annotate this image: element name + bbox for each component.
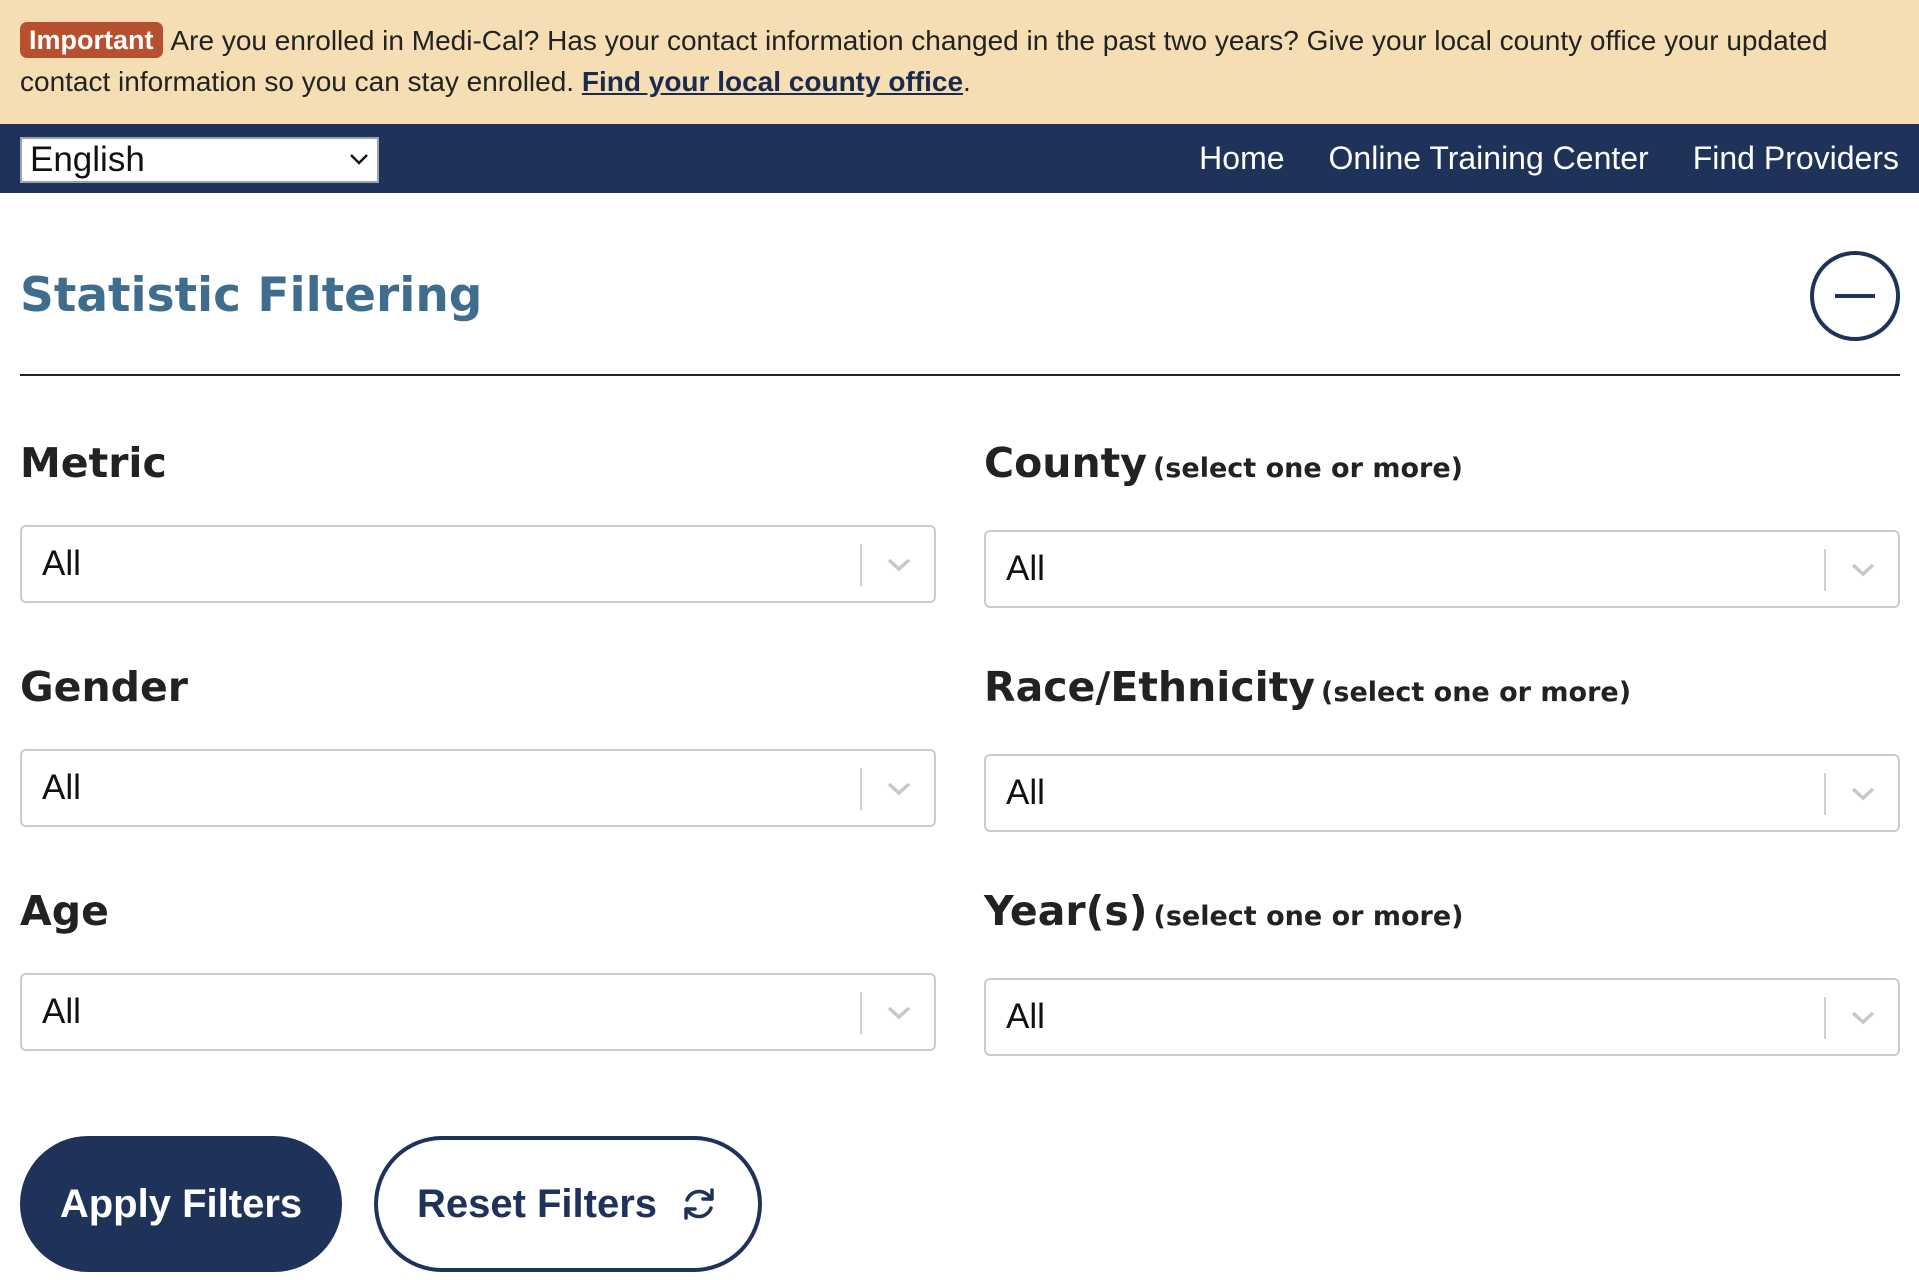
apply-filters-button[interactable]: Apply Filters: [20, 1136, 342, 1272]
alert-trailing: .: [963, 66, 971, 97]
race-ethnicity-select[interactable]: All: [984, 754, 1900, 832]
language-value: English: [30, 140, 145, 179]
top-nav: English Home Online Training Center Find…: [0, 124, 1919, 193]
filter-group-county: County (select one or more) All: [984, 437, 1900, 608]
select-separator: [860, 544, 862, 586]
chevron-down-icon: [1851, 787, 1875, 801]
section-divider: [20, 374, 1900, 376]
years-value: All: [1006, 997, 1045, 1036]
filter-group-race-ethnicity: Race/Ethnicity (select one or more) All: [984, 661, 1900, 832]
reset-filters-label: Reset Filters: [416, 1181, 658, 1226]
nav-link-find-providers[interactable]: Find Providers: [1693, 124, 1899, 193]
select-separator: [860, 992, 862, 1034]
chevron-down-icon: [887, 558, 911, 572]
filter-group-metric: Metric All: [20, 437, 936, 608]
years-select[interactable]: All: [984, 978, 1900, 1056]
reset-filters-button[interactable]: Reset Filters: [374, 1136, 762, 1272]
nav-link-online-training-center[interactable]: Online Training Center: [1329, 124, 1649, 193]
county-value: All: [1006, 549, 1045, 588]
important-badge: Important: [20, 22, 163, 58]
age-select[interactable]: All: [20, 973, 936, 1051]
select-separator: [860, 768, 862, 810]
minus-circle-icon: [1835, 294, 1875, 298]
nav-link-home[interactable]: Home: [1199, 124, 1284, 193]
filter-label-county: County (select one or more): [984, 439, 1463, 487]
metric-value: All: [42, 544, 81, 583]
select-separator: [1824, 549, 1826, 591]
language-select[interactable]: English: [20, 137, 379, 183]
find-county-office-link[interactable]: Find your local county office: [582, 66, 963, 97]
chevron-down-icon: [1851, 563, 1875, 577]
filter-label-race-ethnicity: Race/Ethnicity (select one or more): [984, 663, 1632, 711]
metric-select[interactable]: All: [20, 525, 936, 603]
filter-label-age: Age: [20, 887, 109, 935]
filter-label-gender: Gender: [20, 663, 189, 711]
race-ethnicity-value: All: [1006, 773, 1045, 812]
chevron-down-icon: [887, 1006, 911, 1020]
alert-banner: Important Are you enrolled in Medi-Cal? H…: [0, 0, 1919, 124]
gender-select[interactable]: All: [20, 749, 936, 827]
chevron-down-icon: [350, 154, 368, 165]
county-select[interactable]: All: [984, 530, 1900, 608]
filter-group-years: Year(s) (select one or more) All: [984, 885, 1900, 1056]
filter-hint: (select one or more): [1321, 677, 1632, 708]
collapse-button[interactable]: [1810, 251, 1900, 341]
chevron-down-icon: [887, 782, 911, 796]
filter-label-years: Year(s) (select one or more): [984, 887, 1464, 935]
nav-links: Home Online Training Center Find Provide…: [1199, 124, 1899, 193]
filter-label-metric: Metric: [20, 439, 167, 487]
filter-group-age: Age All: [20, 885, 936, 1056]
section-title: Statistic Filtering: [20, 268, 483, 323]
gender-value: All: [42, 768, 81, 807]
select-separator: [1824, 773, 1826, 815]
select-separator: [1824, 997, 1826, 1039]
refresh-icon: [684, 1188, 714, 1220]
age-value: All: [42, 992, 81, 1031]
filter-hint: (select one or more): [1153, 901, 1464, 932]
filter-group-gender: Gender All: [20, 661, 936, 832]
filter-hint: (select one or more): [1152, 453, 1463, 484]
chevron-down-icon: [1851, 1011, 1875, 1025]
